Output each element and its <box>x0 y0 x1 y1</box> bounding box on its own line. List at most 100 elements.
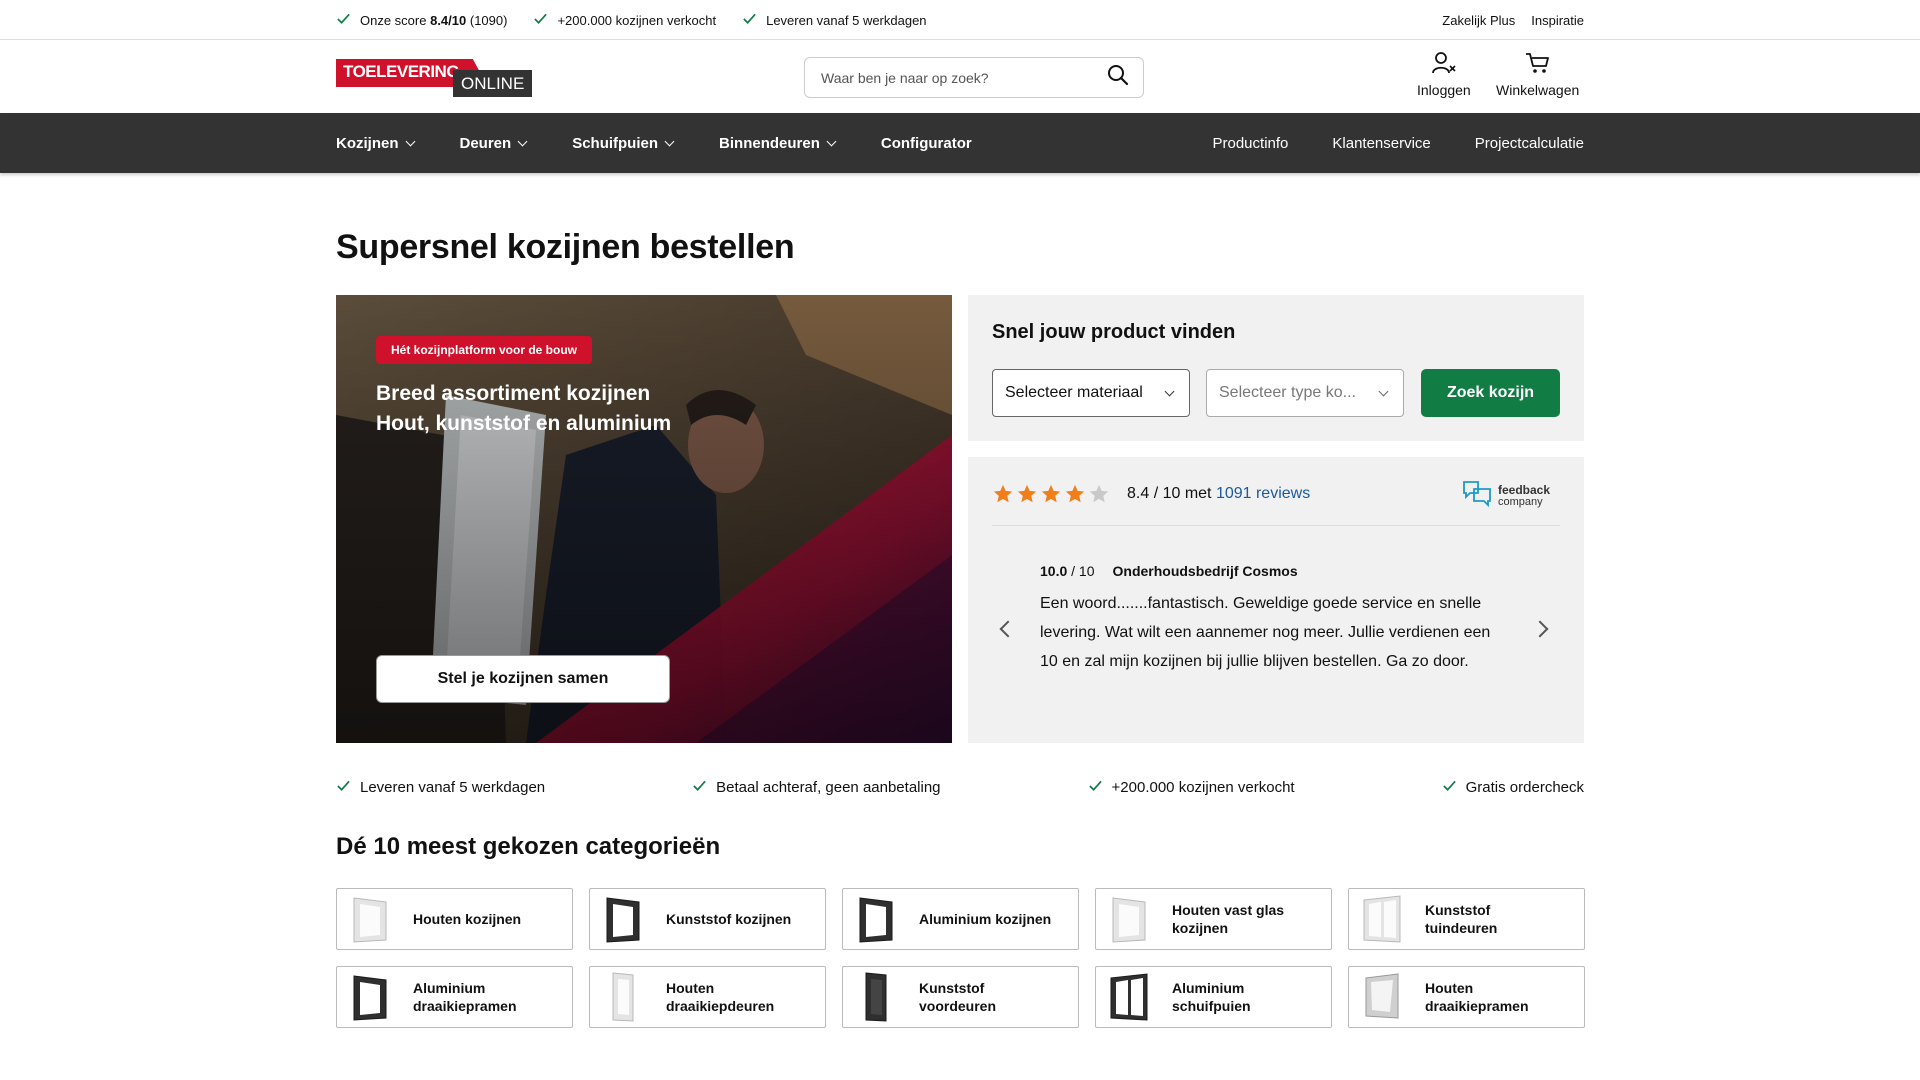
star-icon <box>1088 483 1110 510</box>
zakelijk-plus-link[interactable]: Zakelijk Plus <box>1442 13 1515 28</box>
usp-text: Leveren vanaf 5 werkdagen <box>766 12 927 28</box>
window-frame-icon <box>1106 971 1152 1023</box>
category-label: Aluminium schuifpuien <box>1172 980 1251 1014</box>
star-icon <box>1040 483 1062 510</box>
window-frame-icon <box>1359 971 1405 1023</box>
nav-klantenservice[interactable]: Klantenservice <box>1332 135 1430 152</box>
category-label: Aluminium kozijnen <box>919 911 1052 927</box>
inspiratie-link[interactable]: Inspiratie <box>1531 13 1584 28</box>
logo[interactable]: TOELEVERING ONLINE <box>336 59 532 97</box>
hero-badge: Hét kozijnplatform voor de bouw <box>376 336 593 364</box>
material-select[interactable]: Selecteer materiaal <box>992 369 1190 417</box>
feedback-company-logo[interactable]: feedback company <box>1462 479 1550 512</box>
chevron-down-icon <box>1164 386 1175 396</box>
category-label: Aluminium draaikiepramen <box>413 980 517 1014</box>
category-tile[interactable]: Houten vast glas kozijnen <box>1095 888 1332 950</box>
category-tile[interactable]: Houten draaikiepramen <box>1348 966 1585 1028</box>
nav-label: Configurator <box>880 134 972 152</box>
chevron-down-icon <box>517 136 528 146</box>
review-author: Onderhoudsbedrijf Cosmos <box>1112 563 1298 579</box>
type-select-value: Selecteer type ko... <box>1219 384 1356 401</box>
cart-button[interactable]: Winkelwagen <box>1496 51 1579 98</box>
usp-text: +200.000 kozijnen verkocht <box>1111 779 1295 796</box>
chevron-right-icon[interactable] <box>1531 620 1549 638</box>
category-tile[interactable]: Kunststof voordeuren <box>842 966 1079 1028</box>
window-frame-icon <box>600 971 646 1023</box>
product-finder: Snel jouw product vinden Selecteer mater… <box>968 295 1584 441</box>
category-tile[interactable]: Aluminium kozijnen <box>842 888 1079 950</box>
check-icon <box>1442 778 1457 797</box>
brand-line-2: company <box>1498 495 1543 508</box>
window-frame-icon <box>347 893 393 945</box>
usp-item: +200.000 kozijnen verkocht <box>533 11 716 29</box>
nav-configurator[interactable]: Configurator <box>881 135 972 152</box>
reviews-link[interactable]: 1091 reviews <box>1216 485 1310 502</box>
chevron-down-icon <box>826 136 837 146</box>
nav-projectcalculatie[interactable]: Projectcalculatie <box>1475 135 1584 152</box>
check-icon <box>692 778 707 797</box>
reviews-panel: 8.4 / 10 met 1091 reviews feedback compan… <box>968 457 1584 743</box>
category-tile[interactable]: Houten kozijnen <box>336 888 573 950</box>
window-frame-icon <box>347 971 393 1023</box>
window-frame-icon <box>1359 893 1405 945</box>
search-input[interactable] <box>821 69 1107 86</box>
nav-schuifpuien[interactable]: Schuifpuien <box>572 134 675 152</box>
category-tile[interactable]: Houten draaikiepdeuren <box>589 966 826 1028</box>
usp-item: Leveren vanaf 5 werkdagen <box>336 778 545 797</box>
review-text: Een woord.......fantastisch. Geweldige g… <box>1040 595 1491 670</box>
category-label: Kunststof tuindeuren <box>1425 902 1498 936</box>
nav-deuren[interactable]: Deuren <box>460 135 528 152</box>
logo-bottom-text: ONLINE <box>453 70 532 97</box>
check-icon <box>336 778 351 797</box>
brand-line-1: feedback <box>1498 482 1551 497</box>
chevron-left-icon[interactable] <box>999 620 1017 638</box>
configure-frames-button[interactable]: Stel je kozijnen samen <box>376 655 670 703</box>
category-label: Houten kozijnen <box>413 911 522 927</box>
chevron-down-icon <box>664 136 675 146</box>
category-label: Houten vast glas kozijnen <box>1172 902 1285 936</box>
nav-productinfo[interactable]: Productinfo <box>1213 135 1289 152</box>
category-tile[interactable]: Kunststof tuindeuren <box>1348 888 1585 950</box>
window-frame-icon <box>1106 893 1152 945</box>
chevron-down-icon <box>1378 386 1389 396</box>
rating-summary: 8.4 / 10 met 1091 reviews <box>1127 485 1310 503</box>
nav-binnendeuren[interactable]: Binnendeuren <box>719 135 837 152</box>
window-frame-icon <box>600 893 646 945</box>
hero-title: Breed assortiment kozijnen Hout, kunstst… <box>376 379 671 439</box>
usp-item: Betaal achteraf, geen aanbetaling <box>692 778 941 797</box>
top-links: Zakelijk Plus Inspiratie <box>1442 13 1584 28</box>
check-icon <box>1088 778 1103 797</box>
nav-kozijnen[interactable]: Kozijnen <box>336 135 415 152</box>
star-icon <box>1016 483 1038 510</box>
usp-item: Leveren vanaf 5 werkdagen <box>742 11 927 29</box>
rating-score-text: 8.4 / 10 met <box>1127 485 1216 502</box>
window-frame-icon <box>853 971 899 1023</box>
feedback-company-text: feedback company <box>1498 484 1550 508</box>
usp-text: Gratis ordercheck <box>1465 779 1584 796</box>
usp-top-bar: Onze score 8.4/10 (1090) +200.000 kozijne… <box>0 0 1920 40</box>
usp-text: Betaal achteraf, geen aanbetaling <box>716 779 941 796</box>
category-label: Houten draaikiepramen <box>1425 980 1529 1014</box>
usp-text: +200.000 kozijnen verkocht <box>557 12 717 28</box>
category-tile[interactable]: Aluminium draaikiepramen <box>336 966 573 1028</box>
check-icon <box>336 11 351 29</box>
category-grid: Houten kozijnen Kunststof kozijnen Alumini… <box>336 888 1585 1028</box>
site-header: TOELEVERING ONLINE Inloggen Winkelwagen <box>0 41 1920 113</box>
usp-text: Onze score 8.4/10 (1090) <box>360 12 508 28</box>
main-nav: Kozijnen Deuren Schuifpuien Binnendeuren… <box>0 113 1920 173</box>
type-select[interactable]: Selecteer type ko... <box>1206 369 1404 417</box>
usp-text: Leveren vanaf 5 werkdagen <box>360 779 546 796</box>
usp-item: Onze score 8.4/10 (1090) <box>336 11 507 29</box>
cart-label: Winkelwagen <box>1496 82 1580 98</box>
cart-icon <box>1525 51 1551 78</box>
review-score: 10.0 <box>1040 563 1068 579</box>
nav-label: Schuifpuien <box>572 134 659 152</box>
search-frame-button[interactable]: Zoek kozijn <box>1421 369 1560 417</box>
search-icon[interactable] <box>1107 64 1129 91</box>
category-tile[interactable]: Aluminium schuifpuien <box>1095 966 1332 1028</box>
check-icon <box>742 11 757 29</box>
page-title: Supersnel kozijnen bestellen <box>336 228 795 266</box>
login-button[interactable]: Inloggen <box>1417 51 1471 98</box>
category-label: Kunststof voordeuren <box>919 980 997 1014</box>
category-tile[interactable]: Kunststof kozijnen <box>589 888 826 950</box>
